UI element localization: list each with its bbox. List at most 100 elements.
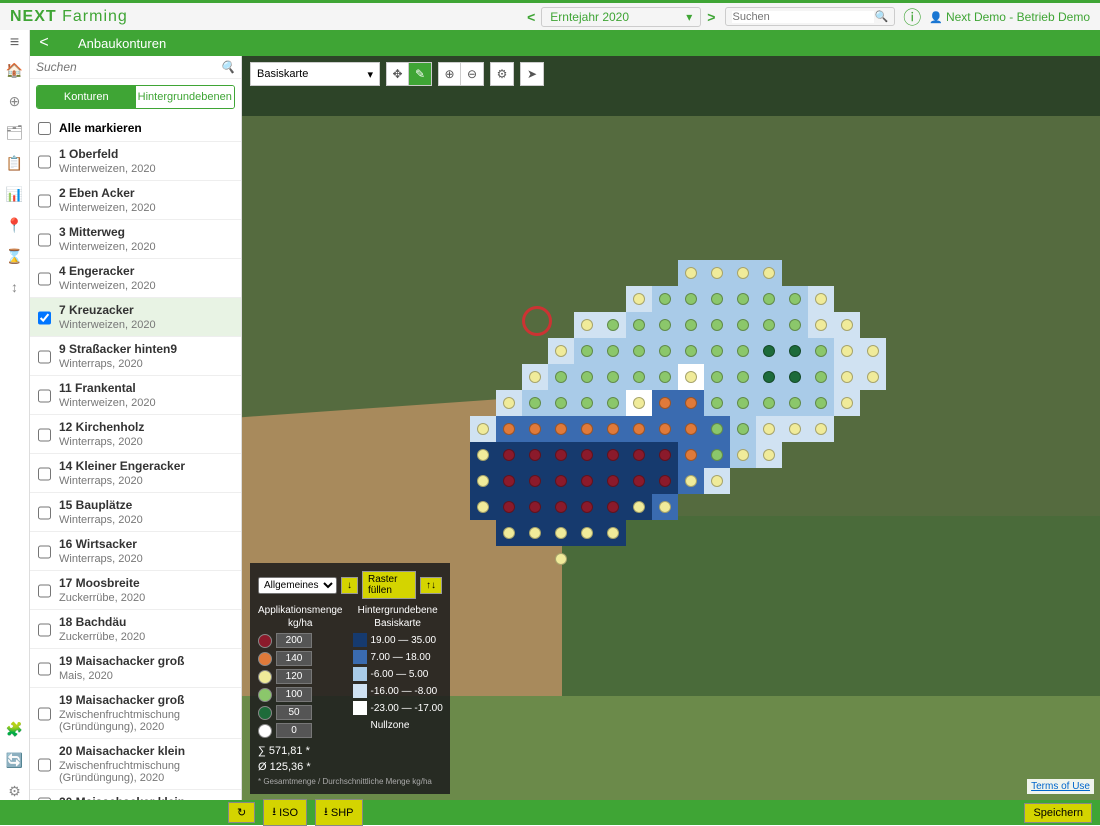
legend-sum: ∑ 571,81 *	[258, 745, 442, 757]
item-checkbox[interactable]	[38, 617, 51, 643]
terms-link[interactable]: Terms of Use	[1027, 779, 1094, 794]
item-sub: Winterraps, 2020	[59, 514, 233, 526]
item-checkbox[interactable]	[38, 695, 51, 733]
settings-icon[interactable]: ⚙	[491, 63, 513, 85]
list-item[interactable]: 19 Maisachacker großZwischenfruchtmischu…	[30, 688, 241, 739]
list-item[interactable]: 3 MitterwegWinterweizen, 2020	[30, 220, 241, 259]
save-button[interactable]: Speichern	[1024, 803, 1092, 823]
logo: NEXT Farming	[10, 8, 128, 26]
list-item[interactable]: 18 BachdäuZuckerrübe, 2020	[30, 610, 241, 649]
item-checkbox[interactable]	[38, 344, 51, 370]
list-item[interactable]: 9 Straßacker hinten9Winterraps, 2020	[30, 337, 241, 376]
locate-icon[interactable]: ➤	[521, 63, 543, 85]
item-sub: Zwischenfruchtmischung (Gründüngung), 20…	[59, 709, 233, 733]
item-sub: Winterweizen, 2020	[59, 280, 233, 292]
list-item[interactable]: 14 Kleiner EngerackerWinterraps, 2020	[30, 454, 241, 493]
edit-icon[interactable]: ✎	[409, 63, 431, 85]
list-item[interactable]: 2 Eben AckerWinterweizen, 2020	[30, 181, 241, 220]
gear-icon[interactable]: ⚙	[8, 783, 21, 800]
user-link[interactable]: Next Demo - Betrieb Demo	[929, 10, 1090, 24]
sidebar-tabs: Konturen Hintergrundebenen	[36, 85, 235, 109]
legend-down-icon[interactable]: ↓	[341, 577, 358, 594]
year-select[interactable]: Erntejahr 2020▾	[541, 7, 701, 27]
side-search[interactable]: 🔍	[30, 56, 241, 79]
puzzle-icon[interactable]: 🧩	[6, 721, 23, 738]
hourglass-icon[interactable]: ⌛	[6, 248, 23, 265]
sync-icon[interactable]: 🔄	[6, 752, 23, 769]
home-icon[interactable]: 🏠	[6, 62, 23, 79]
legend-mode-select[interactable]: Allgemeines	[258, 577, 337, 594]
stats-icon[interactable]: 📊	[6, 186, 23, 203]
item-checkbox[interactable]	[38, 539, 51, 565]
menu-toggle-icon[interactable]: ≡	[0, 30, 30, 56]
legend-sort-icon[interactable]: ↑↓	[420, 577, 442, 594]
marker-circle[interactable]	[522, 306, 552, 336]
item-checkbox[interactable]	[38, 500, 51, 526]
item-checkbox[interactable]	[38, 266, 51, 292]
list-item[interactable]: 19 Maisachacker großMais, 2020	[30, 649, 241, 688]
list-item[interactable]: 16 WirtsackerWinterraps, 2020	[30, 532, 241, 571]
zoom-out-icon[interactable]: ⊖	[461, 63, 483, 85]
top-search[interactable]: 🔍	[725, 7, 895, 26]
item-sub: Zwischenfruchtmischung (Gründüngung), 20…	[59, 760, 233, 784]
item-checkbox[interactable]	[38, 422, 51, 448]
list-item[interactable]: 12 KirchenholzWinterraps, 2020	[30, 415, 241, 454]
move-icon[interactable]: ✥	[387, 63, 409, 85]
legend-value-input[interactable]	[276, 651, 312, 666]
item-sub: Zuckerrübe, 2020	[59, 592, 233, 604]
list-item[interactable]: 1 OberfeldWinterweizen, 2020	[30, 142, 241, 181]
side-search-input[interactable]	[36, 60, 220, 74]
legend-value-input[interactable]	[276, 633, 312, 648]
sort-icon[interactable]: ↕	[11, 279, 18, 295]
tab-background[interactable]: Hintergrundebenen	[136, 86, 235, 108]
basemap-select[interactable]: Basiskarte▾	[250, 62, 380, 86]
zoom-in-icon[interactable]: ⊕	[439, 63, 461, 85]
list-item[interactable]: 11 FrankentalWinterweizen, 2020	[30, 376, 241, 415]
list-item[interactable]: 20 Maisachacker klein	[30, 790, 241, 800]
item-sub: Winterweizen, 2020	[59, 397, 233, 409]
list-item[interactable]: 17 MoosbreiteZuckerrübe, 2020	[30, 571, 241, 610]
map-pin-icon[interactable]: 📍	[6, 217, 23, 234]
map-area[interactable]: Basiskarte▾ ✥ ✎ ⊕ ⊖ ⚙ ➤ Allgemeines ↓ Ra…	[242, 56, 1100, 800]
item-checkbox[interactable]	[38, 383, 51, 409]
item-name: 16 Wirtsacker	[59, 537, 233, 551]
raster-fill-button[interactable]: Raster füllen	[362, 571, 416, 599]
item-checkbox[interactable]	[38, 227, 51, 253]
card-icon[interactable]: 🗂	[6, 124, 24, 141]
legend-value-input[interactable]	[276, 705, 312, 720]
shp-export-button[interactable]: ⭳ SHP	[315, 799, 362, 826]
list-item[interactable]: 15 BauplätzeWinterraps, 2020	[30, 493, 241, 532]
back-icon[interactable]: <	[30, 34, 58, 52]
select-all-checkbox[interactable]	[38, 122, 51, 135]
list-item[interactable]: 20 Maisachacker kleinZwischenfruchtmisch…	[30, 739, 241, 790]
item-sub: Zuckerrübe, 2020	[59, 631, 233, 643]
year-nav: < Erntejahr 2020▾ >	[527, 7, 715, 27]
tab-contours[interactable]: Konturen	[37, 86, 136, 108]
item-checkbox[interactable]	[38, 578, 51, 604]
item-name: 3 Mitterweg	[59, 225, 233, 239]
add-icon[interactable]: ⊕	[9, 93, 21, 110]
clipboard-icon[interactable]: 📋	[6, 155, 23, 172]
item-checkbox[interactable]	[38, 746, 51, 784]
legend-value-input[interactable]	[276, 669, 312, 684]
legend-value-input[interactable]	[276, 723, 312, 738]
item-checkbox[interactable]	[38, 188, 51, 214]
select-all[interactable]: Alle markieren	[30, 115, 241, 142]
field-list[interactable]: Alle markieren 1 OberfeldWinterweizen, 2…	[30, 115, 241, 800]
year-prev-icon[interactable]: <	[527, 9, 535, 25]
help-icon[interactable]: ⓘ	[903, 4, 921, 30]
iso-export-button[interactable]: ⭳ ISO	[263, 799, 307, 826]
item-checkbox[interactable]	[38, 149, 51, 175]
refresh-button[interactable]: ↻	[228, 802, 255, 823]
item-checkbox[interactable]	[38, 305, 51, 331]
list-item[interactable]: 4 Engeracker Winterweizen, 2020	[30, 259, 241, 298]
year-next-icon[interactable]: >	[707, 9, 715, 25]
item-checkbox[interactable]	[38, 461, 51, 487]
item-name: 4 Engeracker	[59, 264, 233, 278]
legend-avg: Ø 125,36 *	[258, 761, 442, 773]
item-checkbox[interactable]	[38, 656, 51, 682]
list-item[interactable]: 7 KreuzackerWinterweizen, 2020	[30, 298, 241, 337]
legend-value-input[interactable]	[276, 687, 312, 702]
top-search-input[interactable]	[732, 11, 874, 23]
bottom-bar: ↻ ⭳ ISO ⭳ SHP Speichern	[0, 800, 1100, 825]
